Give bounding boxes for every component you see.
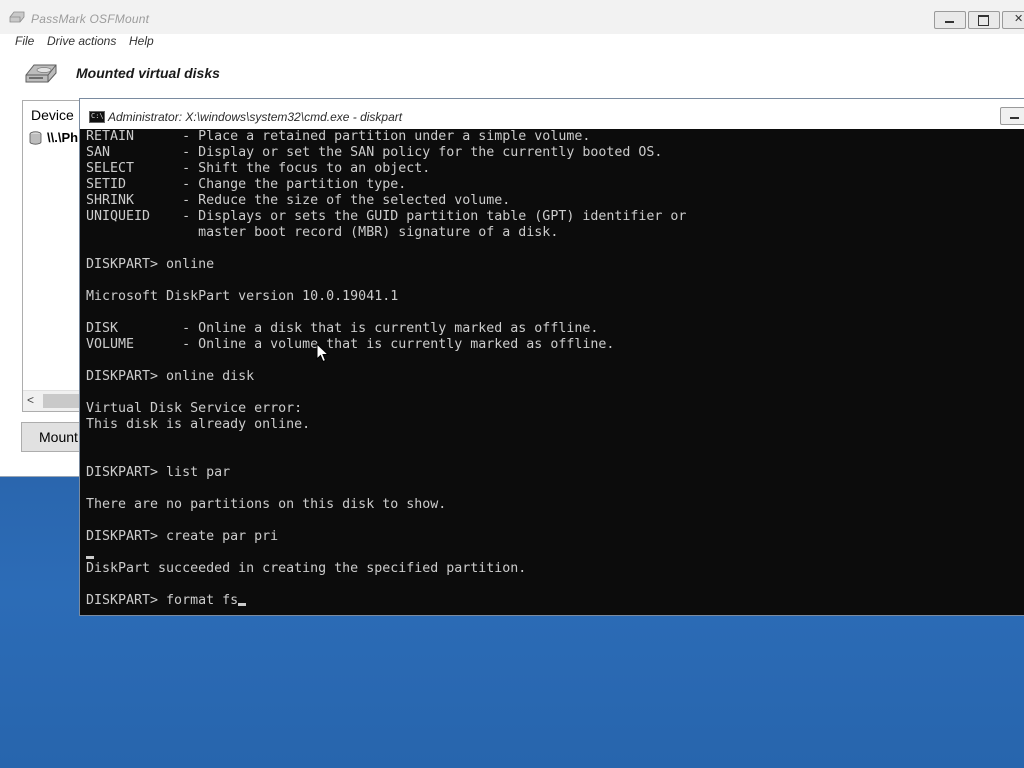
cmd-titlebar[interactable]: C:\ Administrator: X:\windows\system32\c… bbox=[80, 99, 1024, 129]
console-line: DiskPart succeeded in creating the speci… bbox=[86, 561, 527, 576]
console-line: Microsoft DiskPart version 10.0.19041.1 bbox=[86, 289, 399, 304]
console-output[interactable]: RETAIN - Place a retained partition unde… bbox=[86, 129, 1016, 611]
scrollbar-thumb[interactable] bbox=[43, 394, 83, 408]
console-line: SETID - Change the partition type. bbox=[86, 177, 407, 192]
window-title: PassMark OSFMount bbox=[31, 12, 150, 26]
console-line: UNIQUEID - Displays or sets the GUID par… bbox=[86, 209, 687, 224]
console-line: VOLUME - Online a volume that is current… bbox=[86, 337, 615, 352]
console-line: SAN - Display or set the SAN policy for … bbox=[86, 145, 663, 160]
device-column-header[interactable]: Device bbox=[31, 107, 74, 123]
section-title: Mounted virtual disks bbox=[76, 65, 220, 81]
console-line: There are no partitions on this disk to … bbox=[86, 497, 447, 512]
cmd-minimize-button[interactable] bbox=[1000, 107, 1024, 125]
menu-help[interactable]: Help bbox=[129, 34, 154, 48]
console-line: DISKPART> online bbox=[86, 257, 215, 272]
menu-bar: File Drive actions Help bbox=[0, 34, 1024, 50]
menu-drive-actions[interactable]: Drive actions bbox=[47, 34, 116, 48]
minimize-icon bbox=[945, 21, 954, 23]
close-icon: ✕ bbox=[1014, 13, 1024, 25]
console-line: Virtual Disk Service error: bbox=[86, 401, 303, 416]
device-list[interactable]: Device \\.\Ph < bbox=[22, 100, 84, 412]
close-button[interactable]: ✕ bbox=[1002, 11, 1024, 29]
cmd-window: C:\ Administrator: X:\windows\system32\c… bbox=[79, 98, 1024, 616]
osfmount-titlebar[interactable]: PassMark OSFMount ✕ bbox=[0, 0, 1024, 34]
console-line: RETAIN - Place a retained partition unde… bbox=[86, 129, 591, 144]
mouse-pointer-icon bbox=[316, 343, 330, 363]
console-line: master boot record (MBR) signature of a … bbox=[86, 225, 559, 240]
console-line: DISKPART> create par pri bbox=[86, 529, 279, 544]
console-line: DISKPART> online disk bbox=[86, 369, 255, 384]
menu-file[interactable]: File bbox=[15, 34, 34, 48]
maximize-button[interactable] bbox=[968, 11, 1000, 29]
mount-button-label: Mount bbox=[39, 429, 78, 445]
hdd-icon bbox=[25, 64, 57, 83]
minimize-icon bbox=[1010, 117, 1019, 119]
text-cursor bbox=[238, 603, 247, 606]
stray-cursor-mark bbox=[86, 556, 94, 559]
console-line: SELECT - Shift the focus to an object. bbox=[86, 161, 431, 176]
console-line: DISKPART> list par bbox=[86, 465, 231, 480]
app-disk-icon bbox=[9, 11, 25, 23]
console-line: SHRINK - Reduce the size of the selected… bbox=[86, 193, 511, 208]
cmd-icon: C:\ bbox=[89, 111, 105, 123]
scroll-left-arrow-icon[interactable]: < bbox=[27, 393, 34, 407]
device-row-path[interactable]: \\.\Ph bbox=[47, 130, 78, 145]
console-line: This disk is already online. bbox=[86, 417, 311, 432]
horizontal-scrollbar[interactable]: < bbox=[23, 390, 83, 411]
maximize-icon bbox=[978, 15, 989, 26]
console-line: DISKPART> format fs bbox=[86, 593, 1016, 609]
disk-row-icon bbox=[29, 131, 42, 145]
minimize-button[interactable] bbox=[934, 11, 966, 29]
cmd-title: Administrator: X:\windows\system32\cmd.e… bbox=[108, 110, 403, 124]
console-line: DISK - Online a disk that is currently m… bbox=[86, 321, 599, 336]
